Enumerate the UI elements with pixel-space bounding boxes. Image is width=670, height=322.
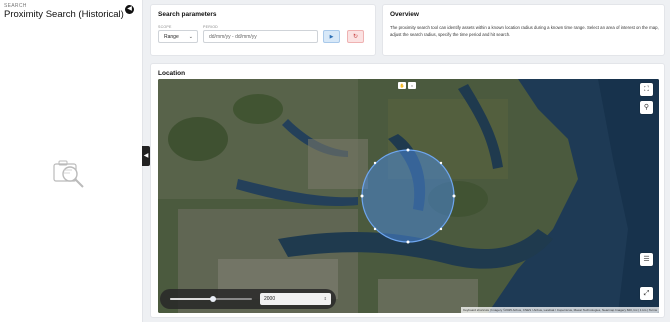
- fullscreen-icon[interactable]: ⛶: [640, 83, 653, 96]
- scope-select[interactable]: Range ⌄: [158, 30, 198, 43]
- circle-draw-icon[interactable]: ○: [408, 82, 416, 89]
- overview-card: Overview The proximity search tool can i…: [382, 4, 665, 56]
- overview-text: The proximity search tool can identify a…: [390, 25, 659, 37]
- map-attribution: Keyboard shortcuts | Imagery ©2025 Airbu…: [461, 307, 659, 313]
- radius-input[interactable]: 2000 ⇕: [260, 293, 331, 305]
- card-title: Location: [158, 70, 186, 77]
- play-icon: ▶: [329, 34, 334, 40]
- period-input[interactable]: dd/mm/yy - dd/mm/yy: [203, 30, 318, 43]
- card-title: Search parameters: [158, 11, 217, 18]
- radius-slider-fill: [170, 298, 213, 300]
- search-parameters-card: Search parameters SCOPE PERIOD Range ⌄ d…: [150, 4, 376, 56]
- left-panel: SEARCH Proximity Search (Historical) ◀: [0, 0, 143, 322]
- scope-label: SCOPE: [158, 25, 172, 29]
- arrow-left-icon[interactable]: ◀: [125, 5, 134, 14]
- period-label: PERIOD: [203, 25, 218, 29]
- reset-icon: ↻: [352, 34, 359, 40]
- search-icon[interactable]: ⚲: [640, 101, 653, 114]
- hand-icon[interactable]: ✋: [398, 82, 406, 89]
- chevron-left-icon[interactable]: ◀: [142, 146, 150, 166]
- radius-value: 2000: [264, 296, 276, 302]
- map-imagery: [158, 79, 659, 313]
- card-title: Overview: [390, 11, 419, 18]
- run-search-button[interactable]: ▶: [323, 30, 340, 43]
- radius-slider[interactable]: [170, 296, 252, 302]
- empty-state-illustration: [53, 160, 84, 188]
- page-title: Proximity Search (Historical): [4, 9, 124, 20]
- scope-value: Range: [164, 34, 179, 40]
- stepper-icon[interactable]: ⇕: [324, 293, 327, 305]
- chevron-down-icon: ⌄: [188, 34, 193, 40]
- location-card: Location ✋ ○ ⛶ ⚲ ☰ ⤢ 2000 ⇕ Keyboard sho…: [150, 63, 665, 318]
- radius-slider-thumb[interactable]: [209, 296, 216, 302]
- expand-icon[interactable]: ⤢: [640, 287, 653, 300]
- satellite-map[interactable]: ✋ ○ ⛶ ⚲ ☰ ⤢ 2000 ⇕ Keyboard shortcuts | …: [158, 79, 659, 313]
- reset-button[interactable]: ↻: [347, 30, 364, 43]
- layers-icon[interactable]: ☰: [640, 253, 653, 266]
- radius-control: 2000 ⇕: [160, 289, 336, 309]
